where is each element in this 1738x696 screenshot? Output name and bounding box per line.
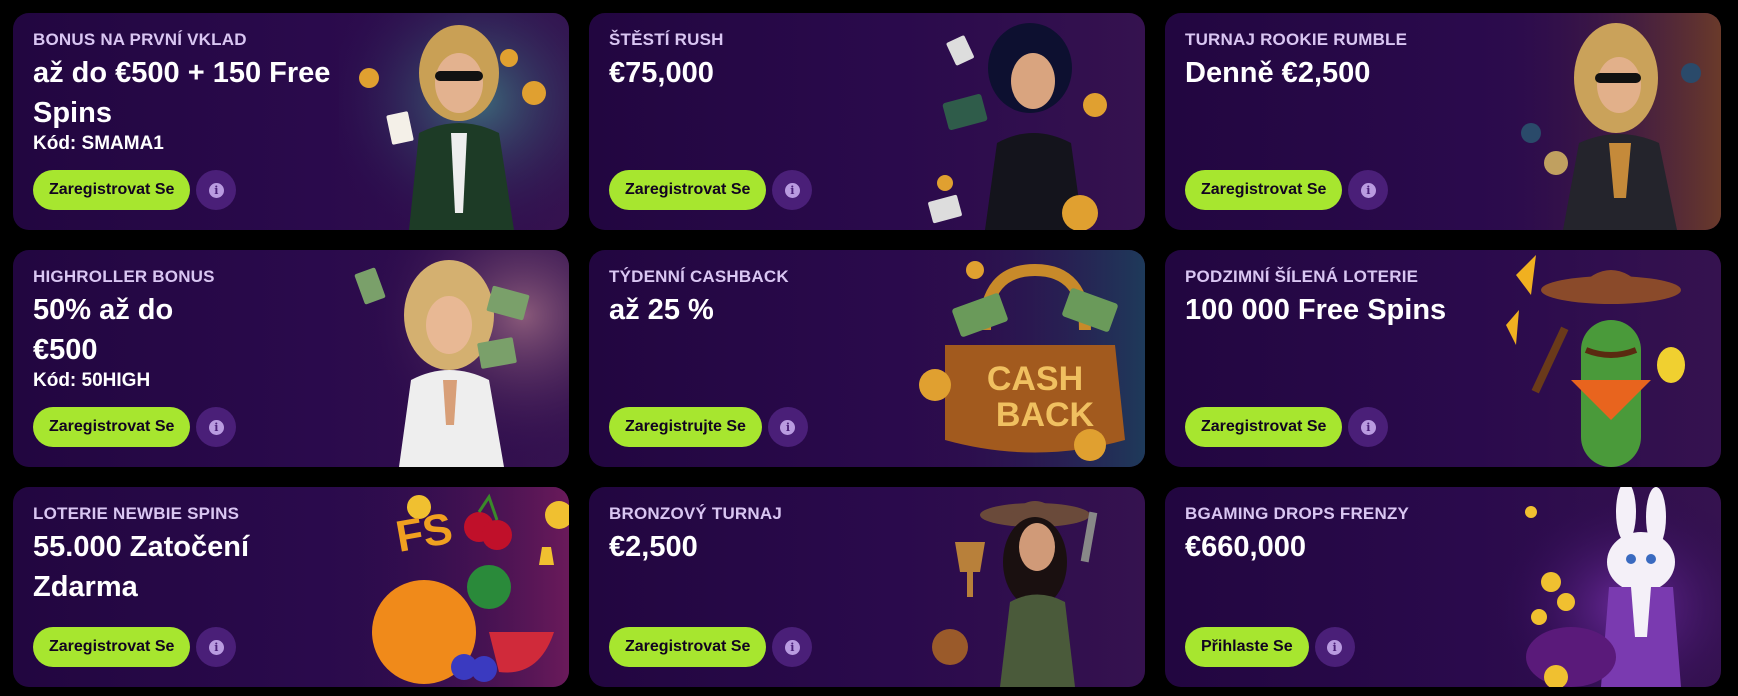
promo-illustration-woman-black-dress: [915, 13, 1145, 230]
info-icon: i: [1327, 639, 1343, 655]
promo-card-highroller-bonus[interactable]: HIGHROLLER BONUS 50% až do €500 Kód: 50H…: [13, 250, 569, 467]
info-icon: i: [784, 639, 800, 655]
promo-eyebrow: BONUS NA PRVNÍ VKLAD: [33, 30, 247, 49]
promo-headline: 100 000 Free Spins: [1185, 294, 1447, 327]
info-button[interactable]: i: [1314, 627, 1355, 667]
info-button[interactable]: i: [767, 407, 808, 447]
promo-card-weekly-cashback[interactable]: TÝDENNÍ CASHBACK až 25 % CASH BACK Zareg…: [589, 250, 1145, 467]
promo-code: Kód: SMAMA1: [33, 133, 164, 155]
promo-headline: 55.000 Zatočení Zdarma: [33, 531, 249, 604]
promo-code: Kód: 50HIGH: [33, 370, 151, 392]
promo-eyebrow: TÝDENNÍ CASHBACK: [609, 267, 789, 286]
info-button[interactable]: i: [772, 627, 813, 667]
register-button[interactable]: Zaregistrovat Se: [33, 170, 191, 210]
login-button[interactable]: Přihlaste Se: [1185, 627, 1309, 667]
info-icon: i: [780, 419, 796, 435]
promo-illustration-cactus-cowboy: [1491, 250, 1721, 467]
promo-eyebrow: HIGHROLLER BONUS: [33, 267, 215, 286]
info-button[interactable]: i: [1348, 170, 1389, 210]
promo-headline: až 25 %: [609, 294, 714, 327]
info-button[interactable]: i: [1348, 407, 1389, 447]
promo-headline: €75,000: [609, 57, 714, 90]
promo-eyebrow: PODZIMNÍ ŠÍLENÁ LOTERIE: [1185, 267, 1419, 286]
promo-eyebrow: LOTERIE NEWBIE SPINS: [33, 504, 240, 523]
promo-eyebrow: BGAMING DROPS FRENZY: [1185, 504, 1410, 523]
info-icon: i: [784, 182, 800, 198]
register-button[interactable]: Zaregistrovat Se: [1185, 170, 1343, 210]
register-button[interactable]: Zaregistrovat Se: [33, 627, 191, 667]
promo-illustration-fruits: FS: [339, 487, 569, 687]
info-icon: i: [208, 639, 224, 655]
register-button[interactable]: Zaregistrovat Se: [1185, 407, 1343, 447]
promo-eyebrow: TURNAJ ROOKIE RUMBLE: [1185, 30, 1408, 49]
info-icon: i: [1360, 419, 1376, 435]
promo-eyebrow: ŠTĚSTÍ RUSH: [609, 30, 724, 49]
promo-illustration-rabbit-with-coins: [1491, 487, 1721, 687]
promo-illustration-cashback-bag: CASH BACK: [915, 250, 1145, 467]
info-icon: i: [208, 182, 224, 198]
promo-headline: až do €500 + 150 Free Spins: [33, 57, 331, 130]
promo-eyebrow: BRONZOVÝ TURNAJ: [609, 504, 783, 523]
info-icon: i: [208, 419, 224, 435]
info-button[interactable]: i: [196, 170, 237, 210]
info-button[interactable]: i: [196, 407, 237, 447]
cashback-art-text-1: CASH: [987, 360, 1083, 398]
promo-card-newbie-spins-lottery[interactable]: LOTERIE NEWBIE SPINS 55.000 Zatočení Zda…: [13, 487, 569, 687]
cashback-art-text-2: BACK: [996, 396, 1095, 434]
fs-art-text: FS: [392, 504, 456, 562]
promo-card-rookie-rumble[interactable]: TURNAJ ROOKIE RUMBLE Denně €2,500 Zaregi…: [1165, 13, 1721, 230]
promo-card-autumn-lottery[interactable]: PODZIMNÍ ŠÍLENÁ LOTERIE 100 000 Free Spi…: [1165, 250, 1721, 467]
promo-card-bgaming-drops-frenzy[interactable]: BGAMING DROPS FRENZY €660,000 Přihlaste …: [1165, 487, 1721, 687]
register-button[interactable]: Zaregistrovat Se: [33, 407, 191, 447]
promo-card-bronze-tournament[interactable]: BRONZOVÝ TURNAJ €2,500 Zaregistrovat Se …: [589, 487, 1145, 687]
promo-headline: 50% až do €500: [33, 294, 174, 367]
promo-card-luck-rush[interactable]: ŠTĚSTÍ RUSH €75,000 Zaregistrovat Se i: [589, 13, 1145, 230]
register-button[interactable]: Zaregistrovat Se: [609, 170, 767, 210]
promo-card-first-deposit-bonus[interactable]: BONUS NA PRVNÍ VKLAD až do €500 + 150 Fr…: [13, 13, 569, 230]
register-button[interactable]: Zaregistrovat Se: [609, 627, 767, 667]
info-button[interactable]: i: [772, 170, 813, 210]
promo-headline: €2,500: [609, 531, 698, 564]
promo-illustration-cowgirl-with-trophy: [915, 487, 1145, 687]
info-button[interactable]: i: [196, 627, 237, 667]
promo-illustration-woman-with-cards: [339, 13, 569, 230]
promotions-grid: BONUS NA PRVNÍ VKLAD až do €500 + 150 Fr…: [13, 13, 1721, 687]
promo-headline: €660,000: [1185, 531, 1306, 564]
info-icon: i: [1360, 182, 1376, 198]
promo-illustration-woman-with-money: [339, 250, 569, 467]
promo-headline: Denně €2,500: [1185, 57, 1371, 90]
promo-illustration-woman-leather-jacket: [1491, 13, 1721, 230]
register-button[interactable]: Zaregistrujte Se: [609, 407, 762, 447]
